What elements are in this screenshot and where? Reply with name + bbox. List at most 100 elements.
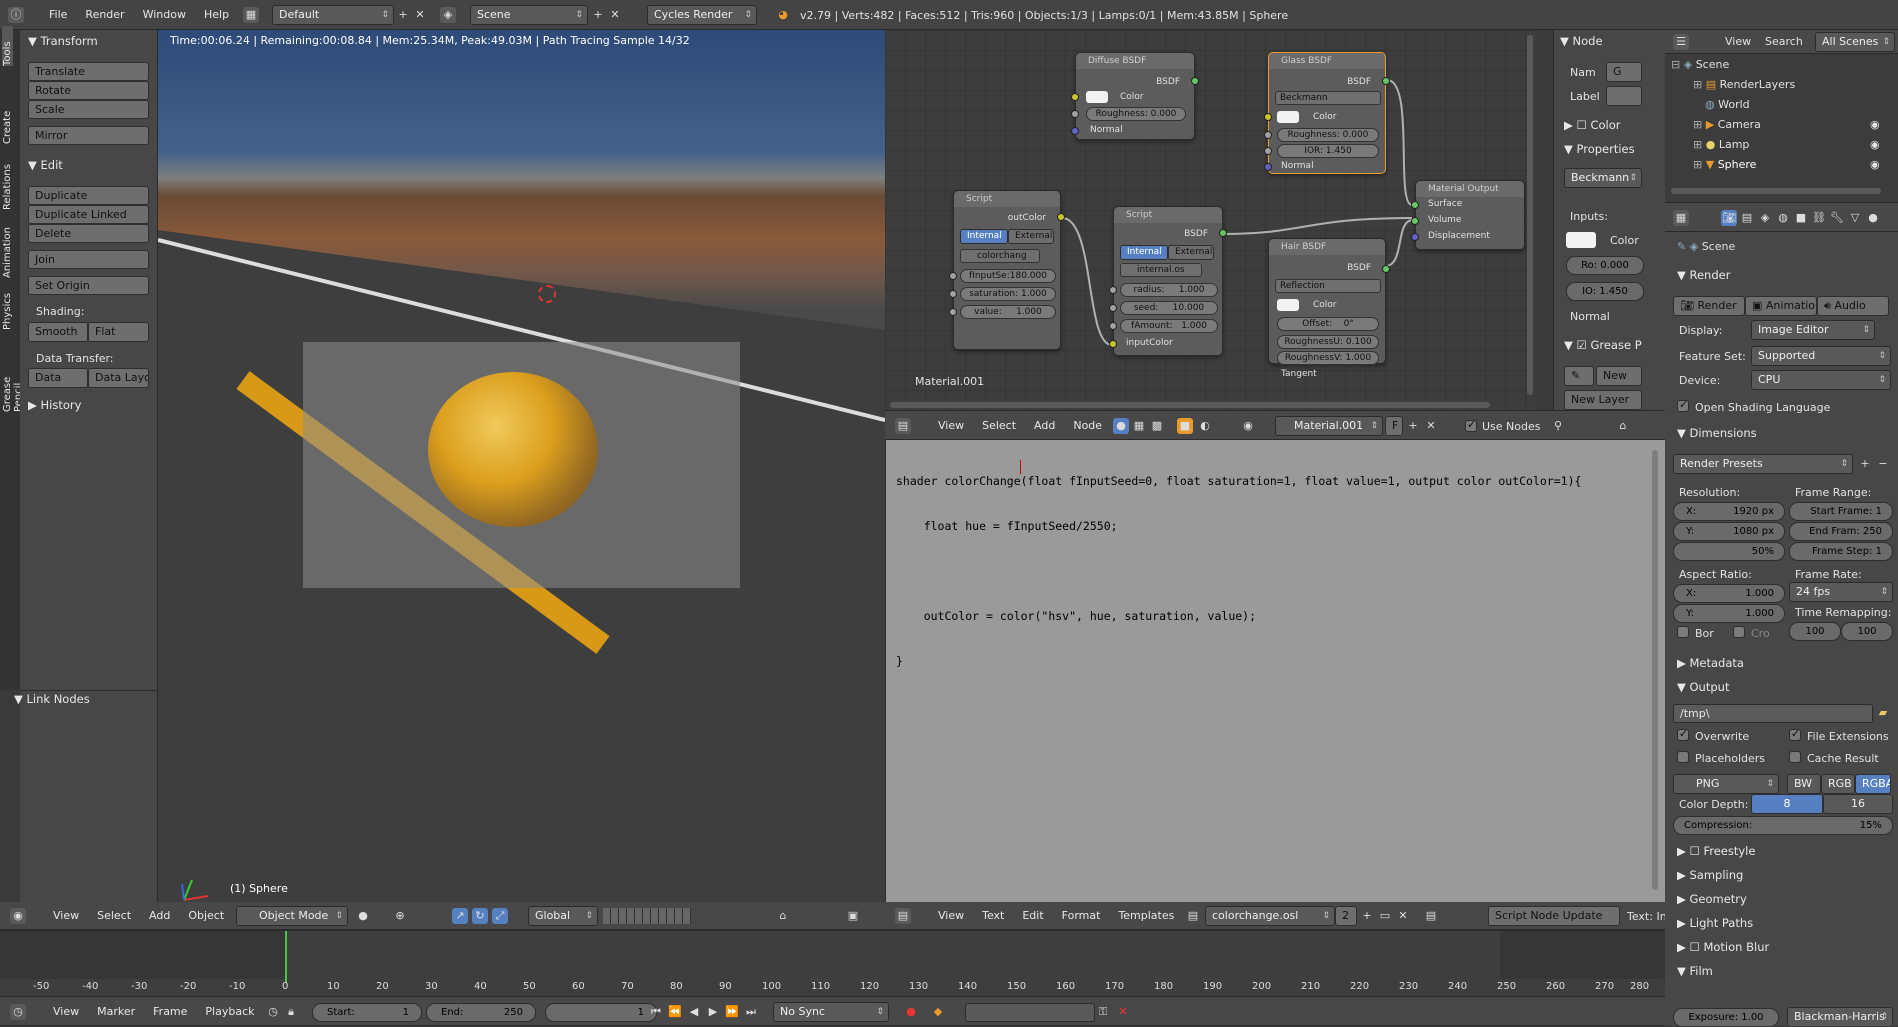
folder-icon[interactable]: ▰ <box>1875 705 1891 721</box>
mode-select[interactable]: Object Mode <box>236 906 348 926</box>
screen-layout-icon[interactable]: ▦ <box>243 7 259 23</box>
play-reverse-icon[interactable]: ◀ <box>686 1004 702 1020</box>
vertical-scrollbar[interactable] <box>1527 35 1533 395</box>
feature-set-select[interactable]: Supported <box>1751 346 1891 366</box>
flat-button[interactable]: Flat <box>88 322 149 342</box>
node-section-header[interactable]: ▼ Node <box>1560 34 1603 48</box>
famount-field[interactable]: fAmount: 1.000 <box>1120 319 1218 333</box>
value-field[interactable]: value: 1.000 <box>960 305 1056 319</box>
finputseed-field[interactable]: fInputSe:180.000 <box>960 269 1056 283</box>
sampling-section-header[interactable]: ▶ Sampling <box>1677 868 1743 882</box>
editor-type-icon[interactable]: ☰ <box>1673 34 1689 50</box>
start-frame-field[interactable]: Start Frame: 1 <box>1789 502 1893 521</box>
use-nodes-checkbox[interactable] <box>1465 418 1477 432</box>
ior-field[interactable]: IO: 1.450 <box>1566 282 1644 301</box>
compression-slider[interactable]: Compression: 15% <box>1673 816 1893 835</box>
visibility-eye-icon[interactable]: ◉ <box>1870 118 1880 131</box>
render-tab-icon[interactable]: 📷︎ <box>1721 210 1737 226</box>
rotate-manipulator-icon[interactable]: ↻ <box>472 908 488 924</box>
edit-header[interactable]: ▼ Edit <box>28 158 63 172</box>
jump-start-icon[interactable]: ⏮ <box>648 1004 664 1020</box>
pencil-icon-button[interactable]: ✎ <box>1564 366 1594 386</box>
roughness-field[interactable]: Roughness: 0.000 <box>1277 128 1379 142</box>
remove-scene-icon[interactable]: ✕ <box>607 7 623 23</box>
menu-view[interactable]: View <box>929 901 973 931</box>
input-socket[interactable] <box>1109 340 1117 348</box>
menu-help[interactable]: Help <box>195 0 238 30</box>
menu-object[interactable]: Object <box>179 901 233 931</box>
join-button[interactable]: Join <box>28 250 149 269</box>
new-grease-button[interactable]: New <box>1596 366 1642 386</box>
rgba-button[interactable]: RGBA <box>1855 774 1891 794</box>
menu-frame[interactable]: Frame <box>144 997 196 1027</box>
file-extensions-checkbox[interactable] <box>1789 727 1801 741</box>
node-editor[interactable]: Diffuse BSDF BSDF Color Roughness: 0.000… <box>885 30 1537 410</box>
menu-add[interactable]: Add <box>1025 411 1064 441</box>
end-frame-field[interactable]: End Fram: 250 <box>1789 522 1893 541</box>
duplicate-linked-button[interactable]: Duplicate Linked <box>28 205 149 224</box>
input-socket[interactable] <box>1264 163 1272 171</box>
outliner-item-lamp[interactable]: ⊞ ● Lamp <box>1693 138 1749 151</box>
translate-button[interactable]: Translate <box>28 62 149 81</box>
manipulator-icon[interactable]: ↗ <box>452 908 468 924</box>
node-name-field[interactable]: G <box>1606 62 1642 82</box>
scale-button[interactable]: Scale <box>28 100 149 119</box>
text-browse-icon[interactable]: ▤ <box>1185 908 1201 924</box>
history-header[interactable]: ▶ History <box>28 398 81 412</box>
tab-physics[interactable]: Physics <box>2 293 13 330</box>
overwrite-checkbox[interactable] <box>1677 727 1689 741</box>
render-layers-tab-icon[interactable]: ▤ <box>1739 210 1755 226</box>
layer-buttons[interactable] <box>603 908 691 924</box>
tab-animation[interactable]: Animation <box>2 227 13 278</box>
outliner-view-menu[interactable]: View <box>1725 35 1751 48</box>
menu-file[interactable]: File <box>40 0 76 30</box>
display-mode-select[interactable]: All Scenes <box>1815 32 1895 52</box>
editor-type-icon[interactable]: ◷ <box>10 1004 26 1020</box>
output-section-header[interactable]: ▼ Output <box>1677 680 1729 694</box>
outliner-item-sphere[interactable]: ⊞ ▼ Sphere <box>1693 158 1756 171</box>
external-button[interactable]: External <box>1008 229 1054 244</box>
input-socket[interactable] <box>949 290 957 298</box>
data-layout-button[interactable]: Data Layo <box>88 368 149 388</box>
mirror-button[interactable]: Mirror <box>28 126 149 145</box>
world-type-icon[interactable]: ◐ <box>1197 418 1213 434</box>
end-frame-field[interactable]: End: 250 <box>426 1003 536 1022</box>
crop-checkbox[interactable] <box>1733 626 1745 638</box>
insert-key-icon[interactable]: ⚿ <box>1095 1004 1111 1020</box>
text-file-select[interactable]: colorchange.osl <box>1205 906 1335 926</box>
add-preset-icon[interactable]: + <box>1857 456 1873 472</box>
resolution-y-field[interactable]: Y: 1080 px <box>1673 522 1785 541</box>
jump-end-icon[interactable]: ⏭ <box>743 1004 759 1020</box>
pivot-icon[interactable]: ⊕ <box>392 908 408 924</box>
color-section-header[interactable]: ▶ ☐ Color <box>1564 118 1621 132</box>
editor-type-icon[interactable]: ▦ <box>1673 210 1689 226</box>
data-transfer-button[interactable]: Data <box>28 368 88 388</box>
film-section-header[interactable]: ▼ Film <box>1677 964 1713 978</box>
menu-format[interactable]: Format <box>1053 901 1110 931</box>
script-node-1[interactable]: Script outColor Internal External colorc… <box>949 190 1065 350</box>
menu-add[interactable]: Add <box>140 901 179 931</box>
resolution-x-field[interactable]: X: 1920 px <box>1673 502 1785 521</box>
external-button[interactable]: External <box>1168 245 1214 260</box>
menu-text[interactable]: Text <box>973 901 1013 931</box>
geometry-section-header[interactable]: ▶ Geometry <box>1677 892 1747 906</box>
outliner-search-menu[interactable]: Search <box>1765 35 1803 48</box>
roughness-field[interactable]: Roughness: 0.000 <box>1086 107 1186 121</box>
prev-keyframe-icon[interactable]: ⏪ <box>667 1004 683 1020</box>
properties-section-header[interactable]: ▼ Properties <box>1564 142 1635 156</box>
remap-new-field[interactable]: 100 <box>1841 622 1893 641</box>
menu-view[interactable]: View <box>929 411 973 441</box>
menu-view[interactable]: View <box>44 901 88 931</box>
snap-icon[interactable]: ⌂ <box>775 908 791 924</box>
data-tab-icon[interactable]: ▽ <box>1847 210 1863 226</box>
material-output-node[interactable]: Material Output Surface Volume Displacem… <box>1411 180 1525 250</box>
outliner-item-world[interactable]: ◍ World <box>1705 98 1750 111</box>
add-layout-icon[interactable]: + <box>395 7 411 23</box>
output-socket[interactable] <box>1219 229 1227 237</box>
bw-button[interactable]: BW <box>1787 774 1821 794</box>
input-socket[interactable] <box>1109 322 1117 330</box>
outliner-scrollbar[interactable] <box>1671 188 1881 194</box>
delete-button[interactable]: Delete <box>28 224 149 243</box>
code-area[interactable]: shader colorChange(float fInputSeed=0, f… <box>896 444 1581 699</box>
editor-type-icon[interactable]: ▤ <box>895 908 911 924</box>
